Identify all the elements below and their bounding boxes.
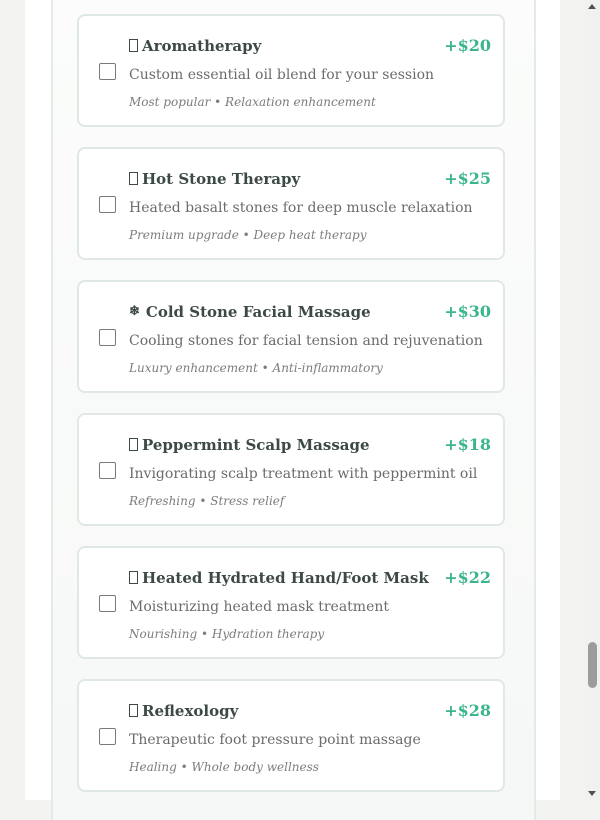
addon-checkbox[interactable] xyxy=(99,728,116,745)
addon-card-cold-stone[interactable]: ❄ Cold Stone Facial Massage +$30 Cooling… xyxy=(77,280,505,393)
addon-title-row: Heated Hydrated Hand/Foot Mask +$22 xyxy=(129,568,491,587)
spa-icon xyxy=(129,39,138,52)
addon-card-reflexology[interactable]: Reflexology +$28 Therapeutic foot pressu… xyxy=(77,679,505,792)
addon-title: Reflexology xyxy=(129,702,238,720)
snowflake-icon: ❄ xyxy=(129,304,140,319)
addon-title: Heated Hydrated Hand/Foot Mask xyxy=(129,569,429,587)
addon-checkbox[interactable] xyxy=(99,595,116,612)
addon-price: +$28 xyxy=(444,701,491,720)
addon-price: +$30 xyxy=(444,302,491,321)
addon-checkbox[interactable] xyxy=(99,63,116,80)
addon-description: Cooling stones for facial tension and re… xyxy=(129,333,483,349)
addon-title-row: Aromatherapy +$20 xyxy=(129,36,491,55)
addon-title-row: Peppermint Scalp Massage +$18 xyxy=(129,435,491,454)
scroll-down-arrow-icon[interactable] xyxy=(588,791,596,796)
addon-tags: Nourishing • Hydration therapy xyxy=(129,627,325,641)
addon-title-row: Reflexology +$28 xyxy=(129,701,491,720)
addon-title-text: Cold Stone Facial Massage xyxy=(145,302,371,321)
addon-tags: Premium upgrade • Deep heat therapy xyxy=(129,228,367,242)
leaf-icon xyxy=(129,438,138,451)
addon-title-text: Reflexology xyxy=(142,701,239,720)
addon-title: ❄ Cold Stone Facial Massage xyxy=(129,303,371,321)
addon-title-row: ❄ Cold Stone Facial Massage +$30 xyxy=(129,302,491,321)
addon-price: +$22 xyxy=(444,568,491,587)
vertical-scrollbar[interactable] xyxy=(585,0,600,800)
addon-description: Custom essential oil blend for your sess… xyxy=(129,67,435,83)
addon-title: Hot Stone Therapy xyxy=(129,170,300,188)
stone-icon xyxy=(129,172,138,185)
addon-checkbox[interactable] xyxy=(99,462,116,479)
addon-title-text: Peppermint Scalp Massage xyxy=(142,435,370,454)
addon-title-text: Aromatherapy xyxy=(142,36,262,55)
page-container: Aromatherapy +$20 Custom essential oil b… xyxy=(25,0,560,820)
addon-tags: Healing • Whole body wellness xyxy=(129,760,319,774)
addon-card-peppermint[interactable]: Peppermint Scalp Massage +$18 Invigorati… xyxy=(77,413,505,526)
addon-checkbox[interactable] xyxy=(99,329,116,346)
addon-price: +$25 xyxy=(444,169,491,188)
addon-description: Moisturizing heated mask treatment xyxy=(129,599,390,615)
addon-title: Aromatherapy xyxy=(129,37,261,55)
addon-tags: Luxury enhancement • Anti-inflammatory xyxy=(129,361,383,375)
addon-title-text: Hot Stone Therapy xyxy=(142,169,301,188)
foot-icon xyxy=(129,704,138,717)
addon-description: Heated basalt stones for deep muscle rel… xyxy=(129,200,473,216)
addon-description: Therapeutic foot pressure point massage xyxy=(129,732,421,748)
addon-tags: Refreshing • Stress relief xyxy=(129,494,285,508)
addon-price: +$18 xyxy=(444,435,491,454)
addon-checkbox[interactable] xyxy=(99,196,116,213)
hand-icon xyxy=(129,571,138,584)
addon-card-hot-stone[interactable]: Hot Stone Therapy +$25 Heated basalt sto… xyxy=(77,147,505,260)
addon-card-aromatherapy[interactable]: Aromatherapy +$20 Custom essential oil b… xyxy=(77,14,505,127)
addon-card-hand-foot-mask[interactable]: Heated Hydrated Hand/Foot Mask +$22 Mois… xyxy=(77,546,505,659)
addon-price: +$20 xyxy=(444,36,491,55)
addon-title: Peppermint Scalp Massage xyxy=(129,436,370,454)
scroll-up-arrow-icon[interactable] xyxy=(588,4,596,9)
addon-title-text: Heated Hydrated Hand/Foot Mask xyxy=(142,568,429,587)
addon-description: Invigorating scalp treatment with pepper… xyxy=(129,466,478,482)
scrollbar-thumb[interactable] xyxy=(588,642,597,688)
addon-title-row: Hot Stone Therapy +$25 xyxy=(129,169,491,188)
addon-tags: Most popular • Relaxation enhancement xyxy=(129,95,376,109)
